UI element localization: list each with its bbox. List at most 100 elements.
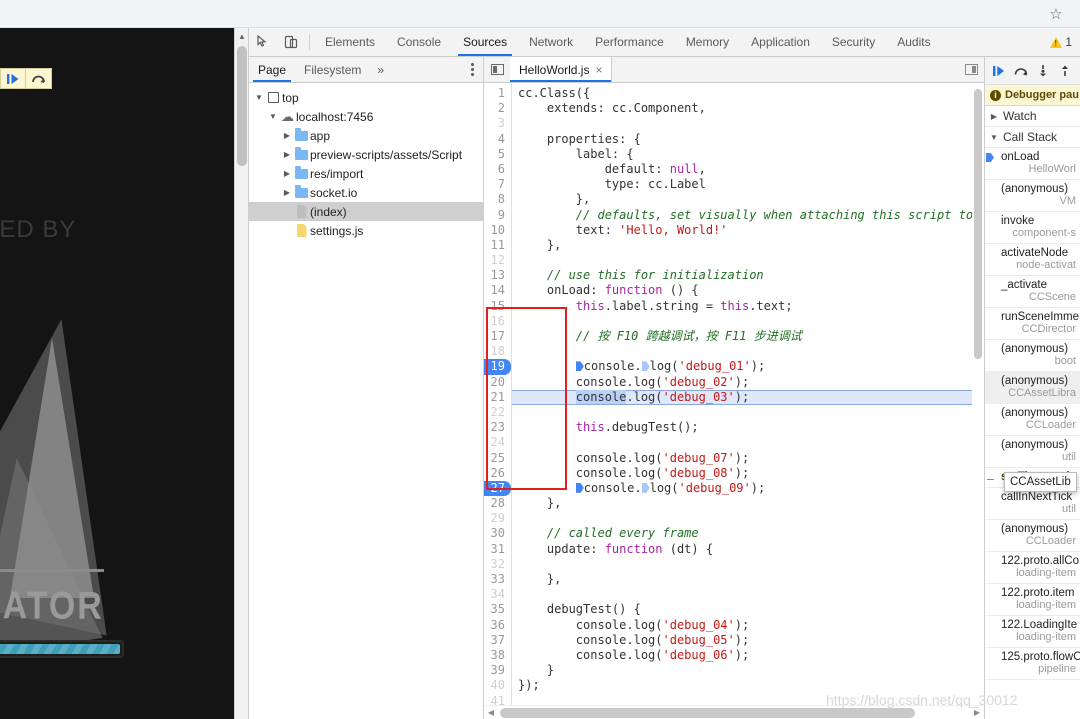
code-line[interactable]: 35 debugTest() { <box>484 602 984 618</box>
tree-item[interactable]: (index) <box>249 202 483 221</box>
scroll-up-icon[interactable]: ▲ <box>235 28 248 44</box>
tree-item[interactable]: ▼ top <box>249 88 483 107</box>
game-scrollbar[interactable]: ▲ <box>234 28 248 719</box>
file-tree[interactable]: ▼ top ▼ ☁ localhost:7456 ▶ app ▶ preview-scripts… <box>249 83 483 719</box>
code-lines[interactable]: 1 cc.Class({2 extends: cc.Component, 3 4 pr… <box>484 83 984 719</box>
subtab-page[interactable]: Page <box>249 57 295 82</box>
line-number[interactable]: 7 <box>484 177 511 193</box>
code-line[interactable]: 27 console. log('debug_09'); <box>484 480 984 497</box>
code-viewer[interactable]: 1 cc.Class({2 extends: cc.Component, 3 4 pr… <box>484 83 984 719</box>
call-stack-frame[interactable]: 125.proto.flowO pipeline <box>985 648 1080 680</box>
line-number[interactable]: 28 <box>484 496 511 512</box>
call-stack-frame[interactable]: 122.LoadingIte loading-item <box>985 616 1080 648</box>
code-line[interactable]: 19 console. log('debug_01'); <box>484 359 984 375</box>
code-line[interactable]: 15 this.label.string = this.text; <box>484 298 984 314</box>
tree-item[interactable]: ▶ res/import <box>249 164 483 183</box>
code-line[interactable]: 2 extends: cc.Component, <box>484 101 984 117</box>
tab-sources[interactable]: Sources <box>452 28 518 56</box>
call-stack-frame[interactable]: (anonymous) VM <box>985 180 1080 212</box>
line-number[interactable]: 5 <box>484 146 511 162</box>
tree-item[interactable]: ▶ app <box>249 126 483 145</box>
chevron-down-icon[interactable]: ▼ <box>253 93 265 102</box>
inline-breakpoint-icon[interactable] <box>641 482 650 493</box>
code-line[interactable]: 36 console.log('debug_04'); <box>484 617 984 633</box>
chevron-right-icon[interactable]: ▶ <box>281 150 293 159</box>
show-navigator-icon[interactable] <box>484 57 510 82</box>
step-into-icon[interactable] <box>1032 60 1054 82</box>
call-stack-frame[interactable]: activateNode node-activat <box>985 244 1080 276</box>
code-line[interactable]: 1 cc.Class({ <box>484 86 984 102</box>
line-number[interactable]: 20 <box>484 374 511 390</box>
code-line[interactable]: 40}); <box>484 678 984 694</box>
call-stack-list[interactable]: onLoad HelloWorl (anonymous) VM invoke compon… <box>985 148 1080 719</box>
code-line[interactable]: 32 <box>484 556 984 572</box>
tab-application[interactable]: Application <box>740 28 821 56</box>
line-number[interactable]: 16 <box>484 313 511 329</box>
line-number[interactable]: 27 <box>484 480 511 497</box>
code-line[interactable]: 14 onLoad: function () { <box>484 283 984 299</box>
line-number[interactable]: 17 <box>484 329 511 345</box>
line-number[interactable]: 23 <box>484 420 511 436</box>
line-number[interactable]: 40 <box>484 678 511 694</box>
code-line[interactable]: 4 properties: { <box>484 131 984 147</box>
line-number[interactable]: 31 <box>484 541 511 557</box>
code-line[interactable]: 20 console.log('debug_02'); <box>484 374 984 390</box>
line-number[interactable]: 26 <box>484 465 511 481</box>
line-number[interactable]: 14 <box>484 283 511 299</box>
code-line[interactable]: 18 <box>484 344 984 360</box>
step-out-icon[interactable] <box>1054 60 1076 82</box>
call-stack-frame[interactable]: runSceneImme CCDirector <box>985 308 1080 340</box>
close-icon[interactable]: × <box>595 63 602 77</box>
line-number[interactable]: 8 <box>484 192 511 208</box>
call-stack-frame[interactable]: (anonymous) CCLoader <box>985 520 1080 552</box>
inline-breakpoint-icon[interactable] <box>641 361 650 372</box>
tree-item[interactable]: ▼ ☁ localhost:7456 <box>249 107 483 126</box>
chevron-right-icon[interactable]: ▶ <box>281 169 293 178</box>
line-number[interactable]: 37 <box>484 632 511 648</box>
line-number[interactable]: 36 <box>484 617 511 633</box>
game-scrollbar-thumb[interactable] <box>237 46 247 166</box>
code-line[interactable]: 38 console.log('debug_06'); <box>484 647 984 664</box>
line-number[interactable]: 24 <box>484 435 511 451</box>
resume-icon[interactable] <box>1 69 26 88</box>
call-stack-frame[interactable]: 122.proto.item loading-item <box>985 584 1080 616</box>
game-preview-canvas[interactable]: ERED BY EATOR ▲ <box>0 28 248 719</box>
inline-breakpoint-icon[interactable] <box>575 361 584 372</box>
code-line[interactable]: 13 // use this for initialization <box>484 268 984 284</box>
code-vertical-scrollbar[interactable] <box>972 83 984 705</box>
line-number[interactable]: 34 <box>484 587 511 603</box>
watch-section-header[interactable]: ▶ Watch <box>985 106 1080 127</box>
line-number[interactable]: 32 <box>484 556 511 572</box>
navigator-menu-icon[interactable] <box>462 57 483 82</box>
device-toolbar-icon[interactable] <box>277 28 305 56</box>
code-hscroll-thumb[interactable] <box>500 707 916 718</box>
code-line[interactable]: 21 console.log('debug_03'); <box>484 389 984 405</box>
chevron-right-icon[interactable]: ▶ <box>281 131 293 140</box>
code-line[interactable]: 25 console.log('debug_07'); <box>484 450 984 466</box>
line-number[interactable]: 39 <box>484 663 511 679</box>
more-tabs-icon[interactable]: » <box>370 57 391 82</box>
code-line[interactable]: 17 // 按 F10 跨越调试，按 F11 步进调试 <box>484 329 984 345</box>
code-line[interactable]: 30 // called every frame <box>484 526 984 542</box>
call-stack-frame[interactable]: (anonymous) util <box>985 436 1080 468</box>
show-debugger-icon[interactable] <box>958 57 984 82</box>
code-vscroll-thumb[interactable] <box>974 89 982 359</box>
code-line[interactable]: 11 }, <box>484 237 984 254</box>
line-number[interactable]: 29 <box>484 511 511 527</box>
code-line[interactable]: 33 }, <box>484 572 984 588</box>
line-number[interactable]: 19 <box>484 359 511 375</box>
code-line[interactable]: 26 console.log('debug_08'); <box>484 465 984 481</box>
tab-memory[interactable]: Memory <box>675 28 740 56</box>
tab-performance[interactable]: Performance <box>584 28 675 56</box>
code-hscroll-track[interactable] <box>498 707 970 718</box>
step-over-icon[interactable] <box>1010 60 1032 82</box>
step-over-icon[interactable] <box>26 69 51 88</box>
tree-item[interactable]: settings.js <box>249 221 483 240</box>
line-number[interactable]: 4 <box>484 131 511 147</box>
tree-item[interactable]: ▶ socket.io <box>249 183 483 202</box>
call-stack-frame[interactable]: onLoad HelloWorl <box>985 148 1080 180</box>
code-line[interactable]: 31 update: function (dt) { <box>484 541 984 557</box>
line-number[interactable]: 35 <box>484 602 511 618</box>
line-number[interactable]: 2 <box>484 101 511 117</box>
star-icon[interactable]: ☆ <box>1046 4 1066 24</box>
